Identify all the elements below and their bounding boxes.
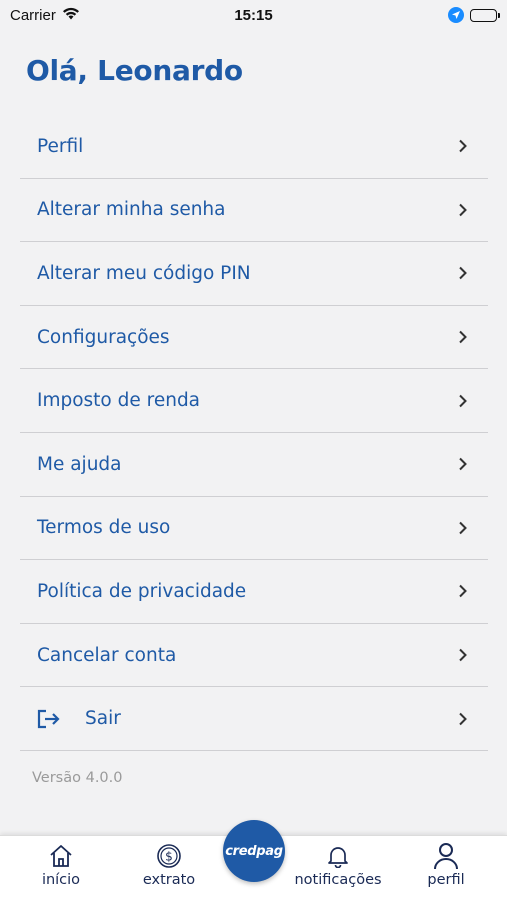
menu-item-label: Termos de uso [37, 517, 171, 539]
chevron-right-icon [458, 584, 470, 598]
app-version: Versão 4.0.0 [32, 770, 123, 786]
menu-item-label: Política de privacidade [37, 580, 247, 602]
status-left: Carrier [10, 7, 80, 24]
menu-item-configuracoes[interactable]: Configurações [20, 306, 488, 370]
menu-item-label: Imposto de renda [37, 390, 201, 412]
user-icon [433, 842, 459, 870]
bell-icon [327, 842, 349, 870]
chevron-right-icon [458, 330, 470, 344]
menu-item-termos-uso[interactable]: Termos de uso [20, 497, 488, 561]
chevron-right-icon [458, 457, 470, 471]
tab-extrato[interactable]: $ extrato [114, 842, 224, 888]
tab-label: extrato [142, 872, 196, 888]
menu-item-politica-privacidade[interactable]: Política de privacidade [20, 560, 488, 624]
status-right [448, 7, 500, 23]
menu-item-perfil[interactable]: Perfil [20, 115, 488, 179]
menu-item-label: Alterar minha senha [37, 199, 226, 221]
logout-label: Sair [85, 708, 121, 730]
logout-icon [37, 708, 63, 730]
menu-item-sair[interactable]: Sair [20, 687, 488, 751]
chevron-right-icon [458, 203, 470, 217]
menu-item-label: Configurações [37, 326, 170, 348]
svg-text:$: $ [165, 850, 173, 864]
menu-item-label: Me ajuda [37, 453, 122, 475]
greeting-title: Olá, Leonardo [26, 54, 243, 87]
tab-label: início [41, 872, 81, 888]
tab-notificacoes[interactable]: notificações [283, 842, 393, 888]
menu-item-imposto-renda[interactable]: Imposto de renda [20, 369, 488, 433]
battery-icon [470, 8, 500, 22]
menu-item-label: Cancelar conta [37, 644, 177, 666]
status-time: 15:15 [234, 6, 273, 24]
tab-label: notificações [294, 872, 382, 888]
menu-item-cancelar-conta[interactable]: Cancelar conta [20, 624, 488, 688]
carrier-label: Carrier [10, 6, 56, 24]
chevron-right-icon [458, 266, 470, 280]
chevron-right-icon [458, 712, 470, 726]
chevron-right-icon [458, 394, 470, 408]
status-bar: Carrier 15:15 [0, 0, 507, 30]
tab-perfil[interactable]: perfil [391, 842, 501, 888]
chevron-right-icon [458, 139, 470, 153]
wifi-icon [62, 7, 80, 24]
menu-item-label: Alterar meu código PIN [37, 262, 251, 284]
credpag-center-button[interactable]: credpag [223, 820, 285, 882]
home-icon [48, 842, 74, 870]
menu-item-alterar-pin[interactable]: Alterar meu código PIN [20, 242, 488, 306]
tab-inicio[interactable]: início [6, 842, 116, 888]
chevron-right-icon [458, 648, 470, 662]
chevron-right-icon [458, 521, 470, 535]
menu-item-alterar-senha[interactable]: Alterar minha senha [20, 179, 488, 243]
logout-group: Sair [37, 708, 121, 730]
dollar-coin-icon: $ [156, 842, 182, 870]
location-arrow-icon [448, 7, 464, 23]
credpag-logo: credpag [225, 843, 283, 859]
settings-menu: Perfil Alterar minha senha Alterar meu c… [20, 115, 488, 751]
menu-item-label: Perfil [37, 135, 84, 157]
menu-item-me-ajuda[interactable]: Me ajuda [20, 433, 488, 497]
tab-label: perfil [427, 872, 465, 888]
